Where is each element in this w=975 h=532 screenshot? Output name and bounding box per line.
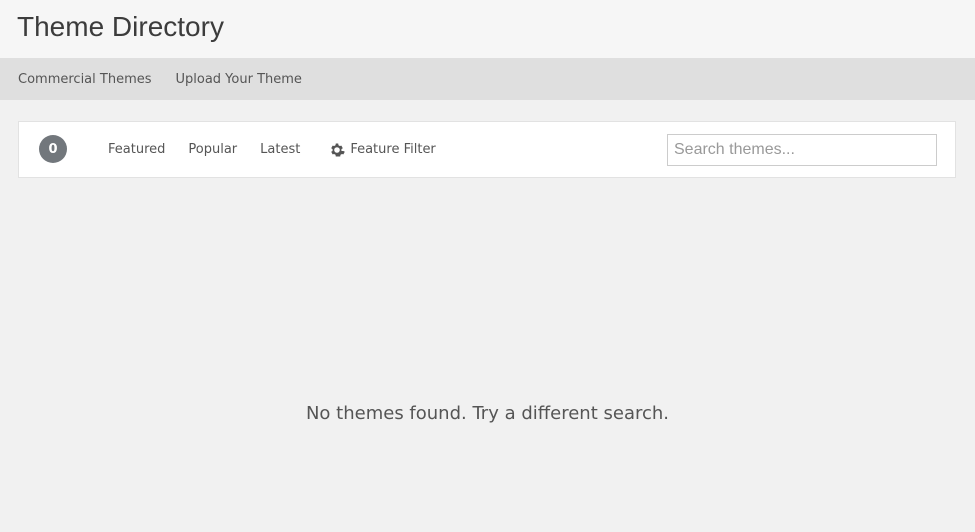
theme-count-badge: 0 bbox=[39, 135, 67, 163]
subnav-commercial-themes[interactable]: Commercial Themes bbox=[18, 72, 152, 87]
sub-navigation: Commercial Themes Upload Your Theme bbox=[0, 58, 975, 100]
page-header: Theme Directory bbox=[0, 0, 975, 58]
gear-icon bbox=[331, 143, 346, 156]
feature-filter-label: Feature Filter bbox=[350, 142, 436, 157]
search-themes-input[interactable] bbox=[667, 134, 937, 166]
subnav-upload-your-theme[interactable]: Upload Your Theme bbox=[176, 72, 302, 87]
feature-filter-button[interactable]: Feature Filter bbox=[329, 142, 436, 158]
theme-filter-bar: 0 Featured Popular Latest Feature Filter bbox=[18, 121, 956, 178]
filter-links: Featured Popular Latest Feature Filter bbox=[108, 122, 436, 177]
filter-link-latest[interactable]: Latest bbox=[260, 142, 300, 157]
filter-link-popular[interactable]: Popular bbox=[188, 142, 237, 157]
no-results-message: No themes found. Try a different search. bbox=[305, 403, 670, 424]
page-title: Theme Directory bbox=[17, 11, 224, 42]
filter-link-featured[interactable]: Featured bbox=[108, 142, 165, 157]
